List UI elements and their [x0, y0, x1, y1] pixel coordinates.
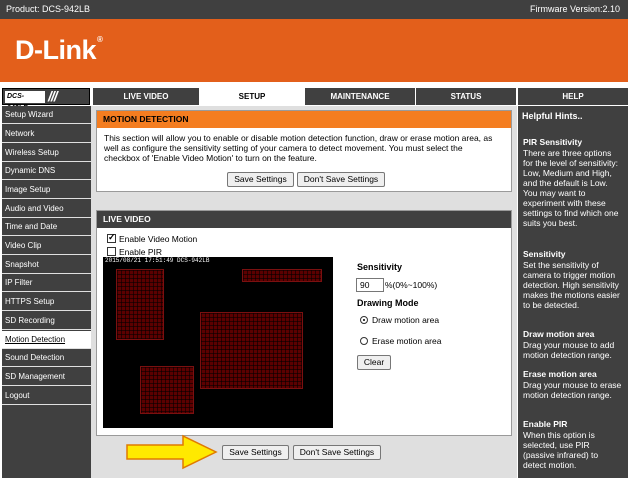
motion-area-region: [200, 312, 303, 389]
hint-title: PIR Sensitivity: [523, 137, 583, 147]
sidebar-item-snapshot[interactable]: Snapshot: [2, 256, 91, 274]
sidebar-item-sd-management[interactable]: SD Management: [2, 368, 91, 386]
firmware-version: Firmware Version:2.10: [529, 4, 620, 14]
live-video-title: LIVE VIDEO: [97, 211, 511, 228]
enable-video-motion-label: Enable Video Motion: [119, 234, 198, 244]
brand-banner: D-Link®: [0, 19, 628, 82]
hint-pir-sensitivity: PIR Sensitivity There are three options …: [523, 137, 623, 228]
hint-sensitivity: Sensitivity Set the sensitivity of camer…: [523, 249, 623, 310]
clear-button[interactable]: Clear: [357, 355, 391, 370]
helpful-hints-panel: Helpful Hints.. PIR Sensitivity There ar…: [518, 106, 628, 478]
model-badge: DCS-942LB ///: [2, 88, 90, 112]
motion-detection-title: MOTION DETECTION: [97, 111, 511, 128]
hint-erase-motion-area: Erase motion area Drag your mouse to era…: [523, 369, 623, 400]
sidebar-item-image-setup[interactable]: Image Setup: [2, 181, 91, 199]
save-settings-button-bottom[interactable]: Save Settings: [222, 445, 289, 460]
erase-motion-area-label: Erase motion area: [372, 336, 442, 346]
hint-title: Erase motion area: [523, 369, 597, 379]
sidebar-item-video-clip[interactable]: Video Clip: [2, 237, 91, 255]
sidebar-item-ip-filter[interactable]: IP Filter: [2, 274, 91, 292]
sidebar-item-setup-wizard[interactable]: Setup Wizard: [2, 106, 91, 124]
video-timestamp: 2015/08/21 17:51:49 DCS-942LB: [105, 257, 210, 264]
tab-setup[interactable]: SETUP: [200, 88, 304, 105]
hint-text: Drag your mouse to erase motion detectio…: [523, 380, 622, 400]
hint-text: Drag your mouse to add motion detection …: [523, 340, 615, 360]
d-link-logo: D-Link®: [15, 35, 103, 65]
enable-pir-label: Enable PIR: [119, 247, 162, 257]
erase-motion-area-radio[interactable]: [360, 337, 368, 345]
sidebar-item-logout[interactable]: Logout: [2, 387, 91, 405]
enable-pir-checkbox[interactable]: [107, 247, 116, 256]
draw-motion-area-label: Draw motion area: [372, 315, 440, 325]
model-slashes-icon: ///: [48, 88, 58, 104]
hint-text: There are three options for the level of…: [523, 148, 619, 228]
sidebar-item-sd-recording[interactable]: SD Recording: [2, 312, 91, 330]
tab-status[interactable]: STATUS: [416, 88, 516, 105]
hints-title: Helpful Hints..: [522, 111, 583, 121]
sidebar-item-audio-and-video[interactable]: Audio and Video: [2, 200, 91, 218]
motion-detection-description: This section will allow you to enable or…: [104, 133, 493, 163]
hint-draw-motion-area: Draw motion area Drag your mouse to add …: [523, 329, 623, 360]
sensitivity-label: Sensitivity: [357, 262, 403, 272]
model-label: DCS-942LB: [5, 91, 45, 112]
drawing-mode-label: Drawing Mode: [357, 298, 419, 308]
sidebar-item-wireless-setup[interactable]: Wireless Setup: [2, 144, 91, 162]
draw-motion-area-radio[interactable]: [360, 316, 368, 324]
motion-area-region: [140, 366, 194, 414]
enable-video-motion-checkbox[interactable]: [107, 232, 116, 243]
sidebar-item-dynamic-dns[interactable]: Dynamic DNS: [2, 162, 91, 180]
motion-area-canvas[interactable]: 2015/08/21 17:51:49 DCS-942LB: [103, 257, 333, 428]
sidebar: Setup Wizard Network Wireless Setup Dyna…: [2, 106, 91, 478]
dont-save-settings-button-top[interactable]: Don't Save Settings: [297, 172, 385, 187]
motion-area-region: [242, 269, 322, 282]
hint-title: Enable PIR: [523, 419, 568, 429]
arrow-right-icon: [126, 434, 218, 470]
motion-area-region: [116, 269, 164, 340]
sidebar-item-sound-detection[interactable]: Sound Detection: [2, 349, 91, 367]
top-bar: Product: DCS-942LB Firmware Version:2.10: [0, 0, 628, 19]
tab-help[interactable]: HELP: [518, 88, 628, 105]
tab-maintenance[interactable]: MAINTENANCE: [305, 88, 415, 105]
dont-save-settings-button-bottom[interactable]: Don't Save Settings: [293, 445, 381, 460]
hint-title: Sensitivity: [523, 249, 566, 259]
sensitivity-range: %(0%~100%): [385, 280, 438, 290]
sidebar-item-network[interactable]: Network: [2, 125, 91, 143]
product-name: Product: DCS-942LB: [6, 4, 91, 14]
sidebar-item-motion-detection[interactable]: Motion Detection: [2, 331, 91, 349]
sidebar-item-https-setup[interactable]: HTTPS Setup: [2, 293, 91, 311]
sidebar-item-time-and-date[interactable]: Time and Date: [2, 218, 91, 236]
hint-text: When this option is selected, use PIR (p…: [523, 430, 599, 470]
save-settings-button-top[interactable]: Save Settings: [227, 172, 294, 187]
tab-live-video[interactable]: LIVE VIDEO: [93, 88, 199, 105]
hint-text: Set the sensitivity of camera to trigger…: [523, 260, 620, 310]
hint-title: Draw motion area: [523, 329, 595, 339]
hint-enable-pir: Enable PIR When this option is selected,…: [523, 419, 623, 470]
sensitivity-input[interactable]: 90: [356, 278, 384, 292]
motion-detection-section: MOTION DETECTION This section will allow…: [96, 110, 512, 192]
